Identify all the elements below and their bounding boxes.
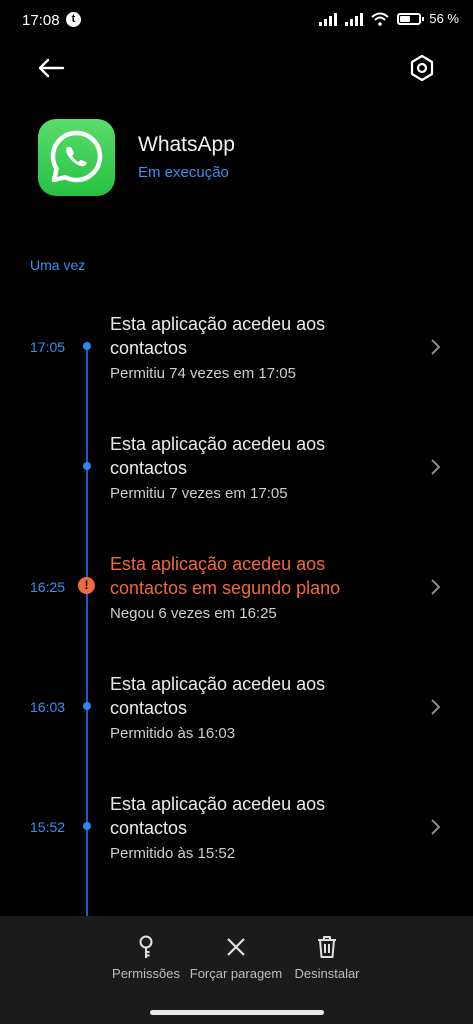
notification-icon: t — [66, 12, 81, 27]
chevron-right-icon — [431, 699, 441, 715]
chevron-right-icon — [431, 339, 441, 355]
chevron-right-icon — [431, 819, 441, 835]
entry-title-line1: Esta aplicação acedeu aos — [110, 794, 326, 814]
close-icon — [227, 938, 245, 956]
entry-time: 16:25 — [30, 579, 66, 595]
access-entry[interactable]: 17:05 Esta aplicação acedeu aos contacto… — [0, 312, 473, 422]
app-status: Em execução — [138, 164, 229, 181]
entry-time: 17:05 — [30, 339, 66, 355]
chevron-right-icon — [431, 459, 441, 475]
timeline-dot — [83, 342, 91, 350]
entry-subtitle: Permitiu 74 vezes em 17:05 — [110, 365, 296, 382]
permissions-button[interactable]: Permissões — [108, 934, 184, 981]
entry-title: Esta aplicação acedeu aos contactos em s… — [110, 552, 410, 600]
force-stop-label: Forçar paragem — [189, 966, 283, 981]
warning-icon: ! — [78, 577, 95, 594]
entry-title-line2: contactos — [110, 458, 188, 478]
uninstall-button[interactable]: Desinstalar — [290, 934, 364, 981]
entry-title-line2: contactos — [110, 698, 188, 718]
entry-subtitle: Permitido às 15:52 — [110, 845, 236, 862]
entry-title: Esta aplicação acedeu aos contactos — [110, 792, 410, 840]
entry-title-line2: contactos em segundo plano — [110, 578, 341, 598]
entry-title-line1: Esta aplicação acedeu aos — [110, 554, 326, 574]
whatsapp-app-icon — [38, 119, 115, 196]
timeline-dot — [83, 822, 91, 830]
entry-subtitle: Negou 6 vezes em 16:25 — [110, 605, 277, 622]
arrow-left-icon — [38, 58, 65, 78]
home-indicator[interactable] — [150, 1010, 324, 1015]
key-icon — [139, 935, 153, 958]
battery-fill — [400, 15, 411, 22]
signal-icon-sim2 — [345, 12, 364, 26]
wifi-icon — [371, 12, 390, 26]
battery-percent: 56 % — [429, 11, 459, 26]
status-time: 17:08 — [22, 12, 60, 29]
app-name: WhatsApp — [138, 133, 235, 156]
entry-subtitle: Permitido às 16:03 — [110, 725, 236, 742]
status-bar: 17:08 t 56 % — [0, 0, 473, 44]
access-entry[interactable]: 16:03 Esta aplicação acedeu aos contacto… — [0, 672, 473, 782]
entry-time: 16:03 — [30, 699, 66, 715]
bottom-action-bar: Permissões Forçar paragem Desinstalar — [0, 916, 473, 1024]
access-entry-background[interactable]: 16:25 ! Esta aplicação acedeu aos contac… — [0, 552, 473, 662]
timeline-dot — [83, 462, 91, 470]
timeline-dot — [83, 702, 91, 710]
chevron-right-icon — [431, 579, 441, 595]
force-stop-button[interactable]: Forçar paragem — [186, 934, 286, 981]
settings-button[interactable] — [406, 52, 438, 84]
battery-icon — [397, 12, 425, 25]
back-button[interactable] — [34, 52, 68, 86]
gear-icon — [410, 54, 434, 82]
permissions-label: Permissões — [112, 966, 180, 981]
access-entry[interactable]: 15:52 Esta aplicação acedeu aos contacto… — [0, 792, 473, 902]
entry-time: 15:52 — [30, 819, 66, 835]
whatsapp-logo-icon — [50, 130, 103, 183]
status-indicators: 56 % — [319, 11, 459, 26]
entry-subtitle: Permitiu 7 vezes em 17:05 — [110, 485, 288, 502]
uninstall-label: Desinstalar — [294, 966, 360, 981]
signal-icon-sim1 — [319, 12, 338, 26]
entry-title-line1: Esta aplicação acedeu aos — [110, 674, 326, 694]
entry-title-line2: contactos — [110, 818, 188, 838]
entry-title-line1: Esta aplicação acedeu aos — [110, 434, 326, 454]
trash-icon — [318, 936, 336, 958]
section-label-once: Uma vez — [30, 257, 86, 273]
entry-title: Esta aplicação acedeu aos contactos — [110, 432, 410, 480]
access-entry[interactable]: Esta aplicação acedeu aos contactos Perm… — [0, 432, 473, 542]
entry-title-line2: contactos — [110, 338, 188, 358]
entry-title: Esta aplicação acedeu aos contactos — [110, 312, 410, 360]
entry-title-line1: Esta aplicação acedeu aos — [110, 314, 326, 334]
entry-title: Esta aplicação acedeu aos contactos — [110, 672, 410, 720]
